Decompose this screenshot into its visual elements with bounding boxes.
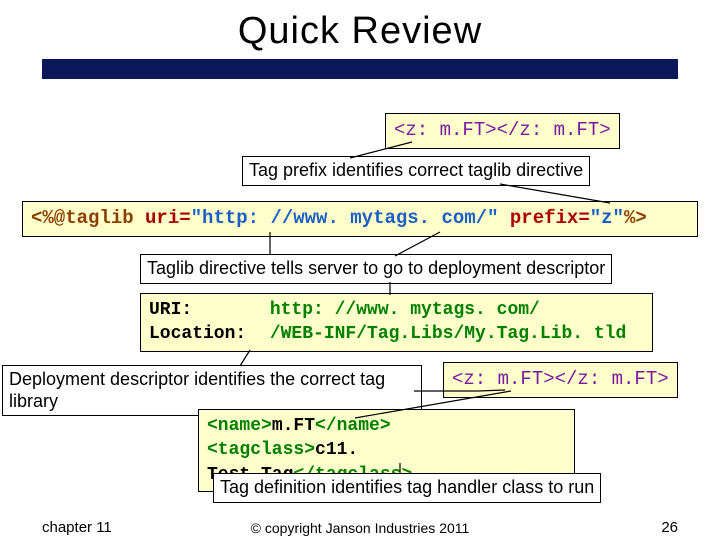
name-close: </name> bbox=[315, 416, 391, 436]
dir-open: <%@taglib bbox=[31, 207, 145, 229]
dir-uri-val: "http: //www. mytags. com/" bbox=[191, 207, 499, 229]
tagclass-open: <tagclass> bbox=[207, 440, 315, 460]
footer-copyright: © copyright Janson Industries 2011 bbox=[0, 520, 720, 536]
dir-prefix-key: prefix= bbox=[510, 207, 590, 229]
title-underline-bar bbox=[42, 59, 678, 79]
caption-tag-prefix: Tag prefix identifies correct taglib dir… bbox=[242, 156, 590, 186]
dir-close: %> bbox=[624, 207, 647, 229]
code-deployment-descriptor: URI: http: //www. mytags. com/ Location:… bbox=[140, 293, 653, 352]
dd-location-label: Location: bbox=[149, 322, 259, 346]
code-tag-usage-top: <z: m.FT></z: m.FT> bbox=[385, 113, 620, 149]
dir-prefix-val: "z" bbox=[590, 207, 624, 229]
code-tag-usage-right: <z: m.FT></z: m.FT> bbox=[443, 362, 678, 398]
dd-uri-label: URI: bbox=[149, 298, 259, 322]
dir-uri-key: uri= bbox=[145, 207, 191, 229]
caption-tag-definition: Tag definition identifies tag handler cl… bbox=[213, 473, 601, 503]
slide-number: 26 bbox=[661, 519, 678, 536]
dd-uri-value: http: //www. mytags. com/ bbox=[270, 300, 540, 320]
name-text: m.FT bbox=[272, 416, 315, 436]
caption-taglib-directive: Taglib directive tells server to go to d… bbox=[140, 254, 612, 284]
page-title: Quick Review bbox=[0, 10, 720, 53]
code-taglib-directive: <%@taglib uri="http: //www. mytags. com/… bbox=[22, 201, 698, 237]
name-open: <name> bbox=[207, 416, 272, 436]
dd-location-value: /WEB-INF/Tag.Libs/My.Tag.Lib. tld bbox=[270, 324, 626, 344]
